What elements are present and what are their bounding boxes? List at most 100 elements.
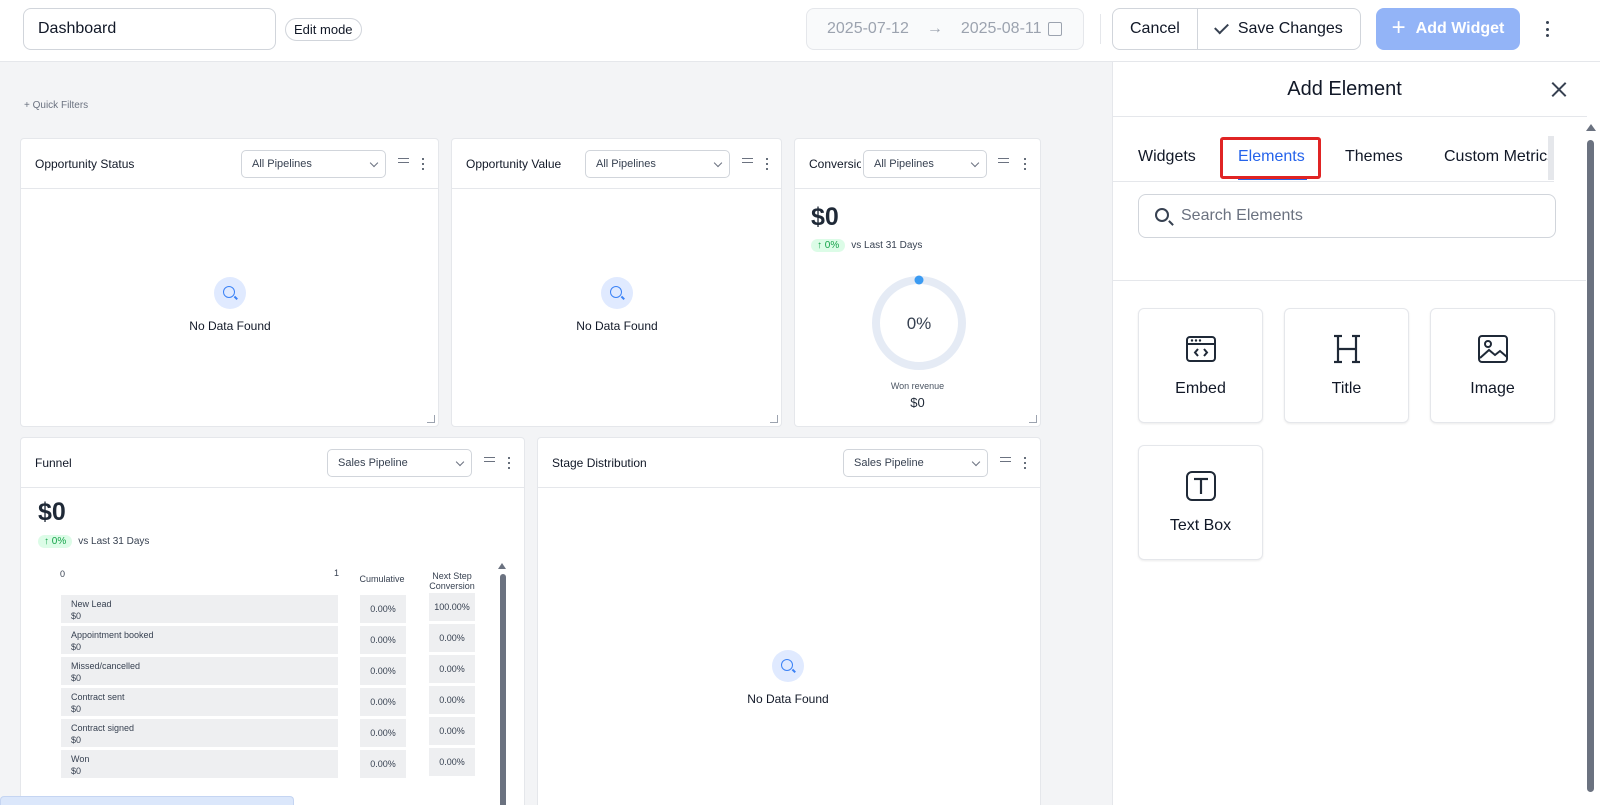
cancel-button[interactable]: Cancel (1113, 9, 1197, 49)
date-start: 2025-07-12 (827, 20, 909, 37)
widget-more-icon[interactable] (421, 157, 425, 171)
funnel-stage-row[interactable]: New Lead $0 (61, 595, 338, 623)
filter-settings-icon[interactable] (742, 158, 753, 168)
pipeline-select[interactable]: All Pipelines (863, 150, 987, 178)
tab-widgets[interactable]: Widgets (1138, 148, 1196, 166)
no-data-text: No Data Found (747, 692, 829, 706)
stage-name: New Lead (71, 599, 112, 609)
element-title[interactable]: Title (1284, 308, 1409, 423)
widget-title: Conversion (809, 157, 861, 171)
scroll-up-icon[interactable] (498, 563, 506, 569)
search-icon (601, 277, 633, 309)
stage-value: $0 (71, 766, 82, 776)
no-data-text: No Data Found (576, 319, 658, 333)
tab-custom-metrics[interactable]: Custom Metrics (1444, 148, 1554, 166)
scroll-up-icon[interactable] (1586, 124, 1596, 131)
pipeline-select-value: Sales Pipeline (338, 457, 408, 469)
arrow-right-icon: → (926, 20, 943, 37)
panel-tabs: Widgets Elements Themes Custom Metrics (1112, 136, 1554, 182)
funnel-stage-row[interactable]: Appointment booked $0 (61, 626, 338, 654)
close-icon[interactable] (1550, 80, 1568, 98)
funnel-widget[interactable]: Funnel Sales Pipeline $0 ↑ 0% vs Last 31… (20, 437, 525, 805)
chevron-down-icon (713, 158, 723, 168)
panel-scrollbar[interactable] (1587, 140, 1594, 792)
date-range-picker[interactable]: 2025-07-12 → 2025-08-11 (806, 8, 1084, 50)
pipeline-select[interactable]: All Pipelines (241, 150, 386, 178)
pipeline-select-value: Sales Pipeline (854, 457, 924, 469)
no-data-text: No Data Found (189, 319, 271, 333)
axis-max-label: 1 (334, 568, 340, 578)
resize-handle-icon[interactable] (1029, 415, 1037, 423)
plus-icon: + (1391, 14, 1406, 41)
element-text-box[interactable]: Text Box (1138, 445, 1263, 560)
widget-more-icon[interactable] (507, 456, 511, 470)
pipeline-select[interactable]: Sales Pipeline (327, 449, 472, 477)
next-step-cell: 0.00% (429, 655, 475, 683)
widget-title: Stage Distribution (552, 456, 647, 470)
element-label: Embed (1175, 380, 1226, 397)
stage-name: Won (71, 754, 90, 764)
stage-value: $0 (71, 642, 82, 652)
no-data-state: No Data Found (708, 650, 868, 708)
search-icon (214, 277, 246, 309)
pipeline-select-value: All Pipelines (596, 158, 656, 170)
widget-more-icon[interactable] (765, 157, 769, 171)
widget-more-icon[interactable] (1023, 157, 1027, 171)
heading-icon (1334, 334, 1360, 364)
delta-text: vs Last 31 Days (78, 536, 150, 547)
funnel-stage-row[interactable]: Won $0 (61, 750, 338, 778)
chevron-down-icon (971, 457, 981, 467)
more-options-icon[interactable] (1540, 18, 1554, 40)
widget-more-icon[interactable] (1023, 456, 1027, 470)
widget-header: Opportunity Status All Pipelines (21, 139, 438, 189)
element-embed[interactable]: Embed (1138, 308, 1263, 423)
conversion-gauge: 0% (872, 275, 966, 370)
no-data-state: No Data Found (537, 277, 697, 335)
filter-settings-icon[interactable] (484, 457, 495, 467)
stage-name: Missed/cancelled (71, 661, 141, 671)
elements-tab-highlight (1220, 137, 1321, 179)
next-step-cell: 100.00% (429, 593, 475, 621)
stage-value: $0 (71, 704, 82, 714)
conversion-widget[interactable]: Conversion All Pipelines $0 ↑ 0% vs Last… (794, 138, 1041, 427)
chevron-down-icon (970, 158, 980, 168)
delta-badge: ↑ 0% (38, 535, 73, 548)
resize-handle-icon[interactable] (427, 415, 435, 423)
next-step-cell: 0.00% (429, 717, 475, 745)
funnel-scrollbar[interactable] (500, 574, 506, 805)
widget-header: Funnel Sales Pipeline (21, 438, 524, 488)
cumulative-header: Cumulative (359, 574, 405, 584)
opportunity-value-widget[interactable]: Opportunity Value All Pipelines No Data … (451, 138, 782, 427)
widget-title: Opportunity Status (35, 157, 135, 171)
no-data-state: No Data Found (150, 277, 310, 335)
quick-filters-button[interactable]: + Quick Filters (24, 100, 88, 111)
conversion-delta: ↑ 0% vs Last 31 Days (811, 239, 922, 252)
cumulative-cell: 0.00% (360, 719, 406, 747)
pipeline-select[interactable]: Sales Pipeline (843, 449, 988, 477)
add-widget-button[interactable]: + Add Widget (1376, 8, 1520, 50)
funnel-stage-row[interactable]: Missed/cancelled $0 (61, 657, 338, 685)
stage-distribution-widget[interactable]: Stage Distribution Sales Pipeline No Dat… (537, 437, 1041, 805)
embed-icon (1186, 336, 1216, 362)
add-widget-label: Add Widget (1415, 20, 1505, 37)
pipeline-select[interactable]: All Pipelines (585, 150, 730, 178)
search-elements-input[interactable]: Search Elements (1138, 194, 1556, 238)
dashboard-name-input[interactable]: Dashboard (23, 8, 276, 50)
resize-handle-icon[interactable] (770, 415, 778, 423)
widget-header: Opportunity Value All Pipelines (452, 139, 781, 189)
save-changes-button[interactable]: Save Changes (1196, 9, 1360, 49)
filter-settings-icon[interactable] (998, 158, 1009, 168)
widget-title: Opportunity Value (466, 157, 562, 171)
opportunity-status-widget[interactable]: Opportunity Status All Pipelines No Data… (20, 138, 439, 427)
stage-name: Contract sent (71, 692, 125, 702)
filter-settings-icon[interactable] (1000, 457, 1011, 467)
divider (1113, 116, 1587, 117)
element-image[interactable]: Image (1430, 308, 1555, 423)
funnel-stage-row[interactable]: Contract signed $0 (61, 719, 338, 747)
element-label: Text Box (1169, 517, 1232, 534)
filter-settings-icon[interactable] (398, 158, 409, 168)
gauge-marker (914, 275, 924, 285)
divider (1100, 14, 1101, 44)
tab-themes[interactable]: Themes (1345, 148, 1403, 166)
funnel-stage-row[interactable]: Contract sent $0 (61, 688, 338, 716)
